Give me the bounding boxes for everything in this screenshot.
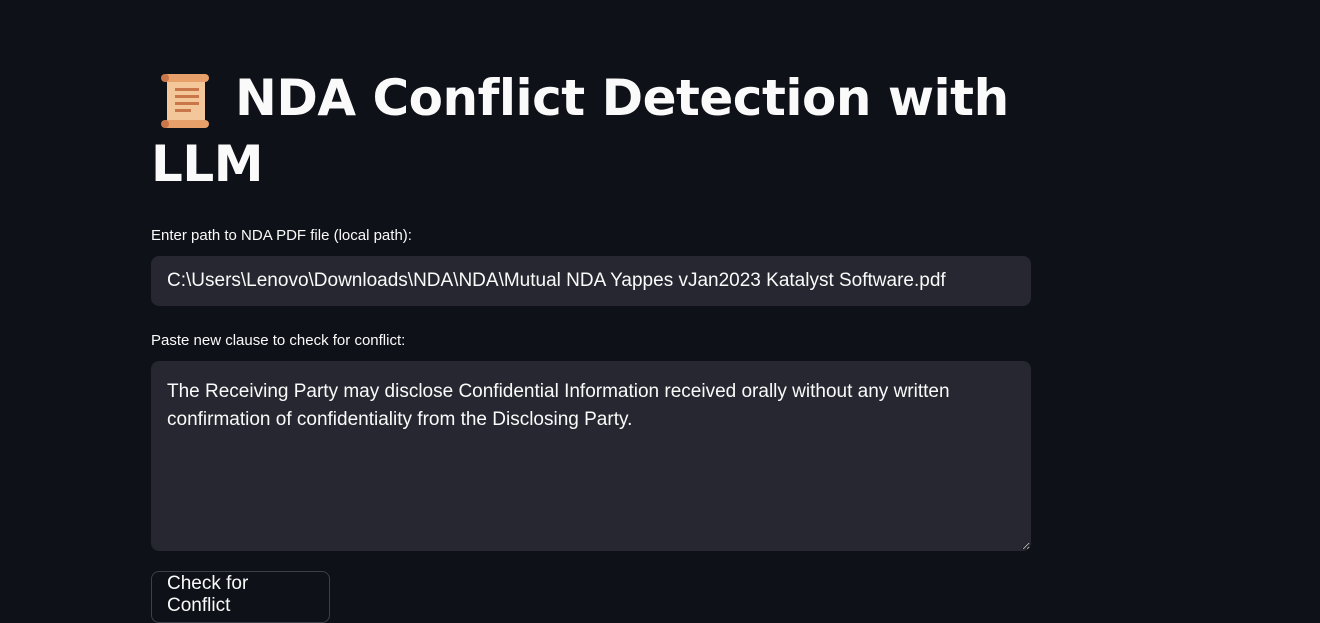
- pdf-path-input[interactable]: [151, 256, 1031, 306]
- scroll-icon: [161, 74, 209, 128]
- clause-input-label: Paste new clause to check for conflict:: [151, 332, 406, 349]
- page-title: NDA Conflict Detection with LLM: [151, 66, 1031, 197]
- path-input-label: Enter path to NDA PDF file (local path):: [151, 227, 412, 244]
- clause-textarea[interactable]: The Receiving Party may disclose Confide…: [151, 361, 1031, 551]
- page-title-text: NDA Conflict Detection with LLM: [151, 69, 1009, 193]
- check-for-conflict-button[interactable]: Check for Conflict: [151, 571, 330, 623]
